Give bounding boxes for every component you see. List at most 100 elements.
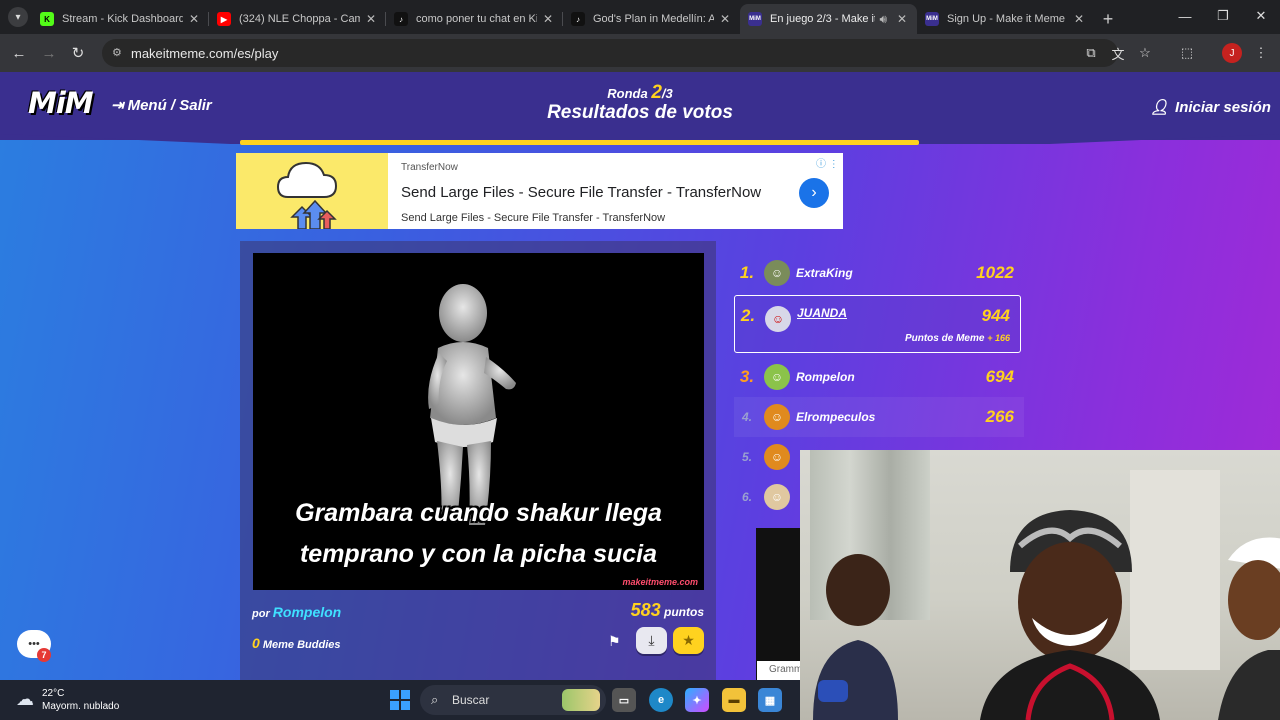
profile-avatar[interactable]: J	[1222, 43, 1242, 63]
login-button[interactable]: 👤︎ Iniciar sesión	[1150, 98, 1271, 117]
bookmark-star-icon[interactable]: ☆	[1136, 44, 1154, 62]
tab-make-it-meme-game[interactable]: MiM En juego 2/3 - Make it 🔊︎ ✕	[740, 4, 917, 34]
back-arrow-icon[interactable]: ←	[9, 43, 29, 63]
tab-close-icon[interactable]: ✕	[718, 12, 732, 26]
minimize-icon[interactable]: —	[1166, 0, 1204, 32]
caption-line-1: Grambara cuando shakur llega	[295, 499, 662, 527]
star-icon: ★	[682, 632, 695, 648]
mim-favicon-icon: MiM	[925, 12, 939, 26]
microsoft-store-icon[interactable]: ▦	[758, 688, 782, 712]
download-button[interactable]: ⤓	[636, 627, 667, 654]
points-label: puntos	[664, 605, 704, 619]
extensions-icon[interactable]: ⬚	[1178, 44, 1196, 62]
copilot-icon[interactable]: ✦	[685, 688, 709, 712]
file-explorer-icon[interactable]: ▬	[722, 688, 746, 712]
rank: 1.	[739, 263, 755, 282]
tab-title: God's Plan in Medellín: A J	[593, 13, 714, 25]
maximize-icon[interactable]: ❐	[1204, 0, 1242, 32]
forward-arrow-icon[interactable]: →	[39, 43, 59, 63]
ad-title[interactable]: Send Large Files - Secure File Transfer …	[401, 184, 761, 201]
more-menu-icon[interactable]: ⋮	[1252, 44, 1270, 62]
advertisement[interactable]: TransferNow Send Large Files - Secure Fi…	[236, 153, 843, 230]
meme-points-label: Puntos de Meme	[904, 333, 985, 344]
install-app-icon[interactable]: ⧉	[1082, 44, 1100, 62]
watermark: makeitmeme.com	[622, 577, 698, 587]
windows-taskbar: ☁ 22°C Mayorm. nublado ⌕ Buscar ▭ e ✦ ▬ …	[0, 680, 800, 720]
report-flag-icon[interactable]: ⚑	[608, 633, 621, 650]
avatar: ☺	[764, 260, 790, 286]
player-name: ExtraKing	[796, 266, 853, 280]
search-placeholder: Buscar	[452, 693, 490, 707]
avatar: ☺	[764, 444, 790, 470]
tab-search-chevron-icon[interactable]: ▾	[8, 7, 28, 27]
player-score: 1022	[976, 263, 1014, 282]
tab-close-icon[interactable]: ✕	[1072, 12, 1086, 26]
translate-icon[interactable]: 文	[1109, 44, 1127, 62]
ad-source: TransferNow	[401, 162, 458, 173]
tab-tiktok-chat[interactable]: ♪ como poner tu chat en Kic ✕	[386, 4, 563, 34]
tab-make-it-meme-signup[interactable]: MiM Sign Up - Make it Meme ✕	[917, 4, 1094, 34]
avatar: ☺	[764, 364, 790, 390]
ad-cloud-upload-image	[236, 153, 388, 230]
meme-points-delta: + 166	[987, 333, 1010, 343]
tab-close-icon[interactable]: ✕	[364, 12, 378, 26]
round-label: Ronda	[607, 86, 648, 101]
youtube-favicon-icon: ▶	[217, 12, 231, 26]
taskbar-search[interactable]: ⌕ Buscar	[420, 685, 606, 715]
timer-progress-bar	[240, 140, 919, 145]
leaderboard-row: 4. ☺ Elrompeculos 266	[734, 397, 1024, 437]
rank: 4.	[741, 410, 752, 424]
task-view-icon[interactable]: ▭	[612, 688, 636, 712]
window-controls: — ❐ ✕	[1166, 0, 1280, 32]
round-total: /3	[661, 86, 673, 101]
download-icon: ⤓	[648, 632, 655, 648]
new-tab-plus-icon[interactable]: +	[1094, 4, 1122, 34]
mim-favicon-icon: MiM	[748, 12, 762, 26]
windows-start-icon[interactable]	[390, 690, 410, 710]
meme-points: 583 puntos	[631, 600, 704, 621]
avatar: ☺	[764, 484, 790, 510]
search-highlight-image	[562, 689, 600, 711]
person-left-image	[813, 554, 898, 720]
meme-image: Grambara cuando shakur llega temprano y …	[253, 253, 704, 590]
player-name[interactable]: JUANDA	[797, 306, 982, 320]
round-indicator: Ronda 2/3	[0, 82, 1280, 104]
streamer-image	[980, 510, 1160, 720]
toolbar: ← → ↻ ⚙ makeitmeme.com/es/play ⧉ 文 ☆ ⬚ ⋮	[0, 34, 1280, 72]
weather-temperature: 22°C	[42, 688, 65, 699]
tab-title: Sign Up - Make it Meme	[947, 13, 1065, 25]
chat-unread-badge: 7	[37, 648, 51, 662]
favorite-button[interactable]: ★	[673, 627, 704, 654]
ad-description: Send Large Files - Secure File Transfer …	[401, 212, 666, 224]
rank: 5.	[741, 450, 752, 464]
speaker-icon[interactable]: 🔊︎	[879, 12, 887, 27]
close-window-icon[interactable]: ✕	[1242, 0, 1280, 32]
tiktok-favicon-icon: ♪	[571, 12, 585, 26]
ad-info-icon[interactable]: ⓘ ⋮	[816, 155, 839, 170]
tabs: K Stream - Kick Dashboard ✕ ▶ (324) NLE …	[32, 4, 1122, 34]
tab-title: En juego 2/3 - Make it	[770, 13, 876, 25]
player-score: 694	[985, 367, 1014, 386]
player-name: Elrompeculos	[796, 410, 876, 424]
edge-icon[interactable]: e	[649, 688, 673, 712]
tab-title: como poner tu chat en Kic	[416, 13, 537, 25]
reload-icon[interactable]: ↻	[68, 43, 88, 63]
tab-close-icon[interactable]: ✕	[187, 12, 201, 26]
ad-chevron-right-icon[interactable]: ›	[799, 178, 829, 208]
tab-kick-dashboard[interactable]: K Stream - Kick Dashboard ✕	[32, 4, 209, 34]
tab-youtube[interactable]: ▶ (324) NLE Choppa - Camel ✕	[209, 4, 386, 34]
chat-dots-icon: •••	[28, 638, 40, 650]
site-settings-icon[interactable]: ⚙	[112, 46, 126, 60]
tab-strip: ▾ K Stream - Kick Dashboard ✕ ▶ (324) NL…	[0, 0, 1280, 34]
kick-favicon-icon: K	[40, 12, 54, 26]
round-current: 2	[651, 82, 662, 103]
tab-close-icon[interactable]: ✕	[895, 12, 909, 26]
meme-points-gain: Puntos de Meme + 166	[905, 333, 1010, 344]
author-name[interactable]: Rompelon	[273, 604, 341, 620]
player-name: Rompelon	[796, 370, 855, 384]
tab-close-icon[interactable]: ✕	[541, 12, 555, 26]
address-bar[interactable]: ⚙ makeitmeme.com/es/play	[102, 39, 1118, 67]
cloudy-weather-icon[interactable]: ☁	[16, 689, 34, 710]
tab-tiktok-gods-plan[interactable]: ♪ God's Plan in Medellín: A J ✕	[563, 4, 740, 34]
search-icon: ⌕	[431, 692, 439, 707]
